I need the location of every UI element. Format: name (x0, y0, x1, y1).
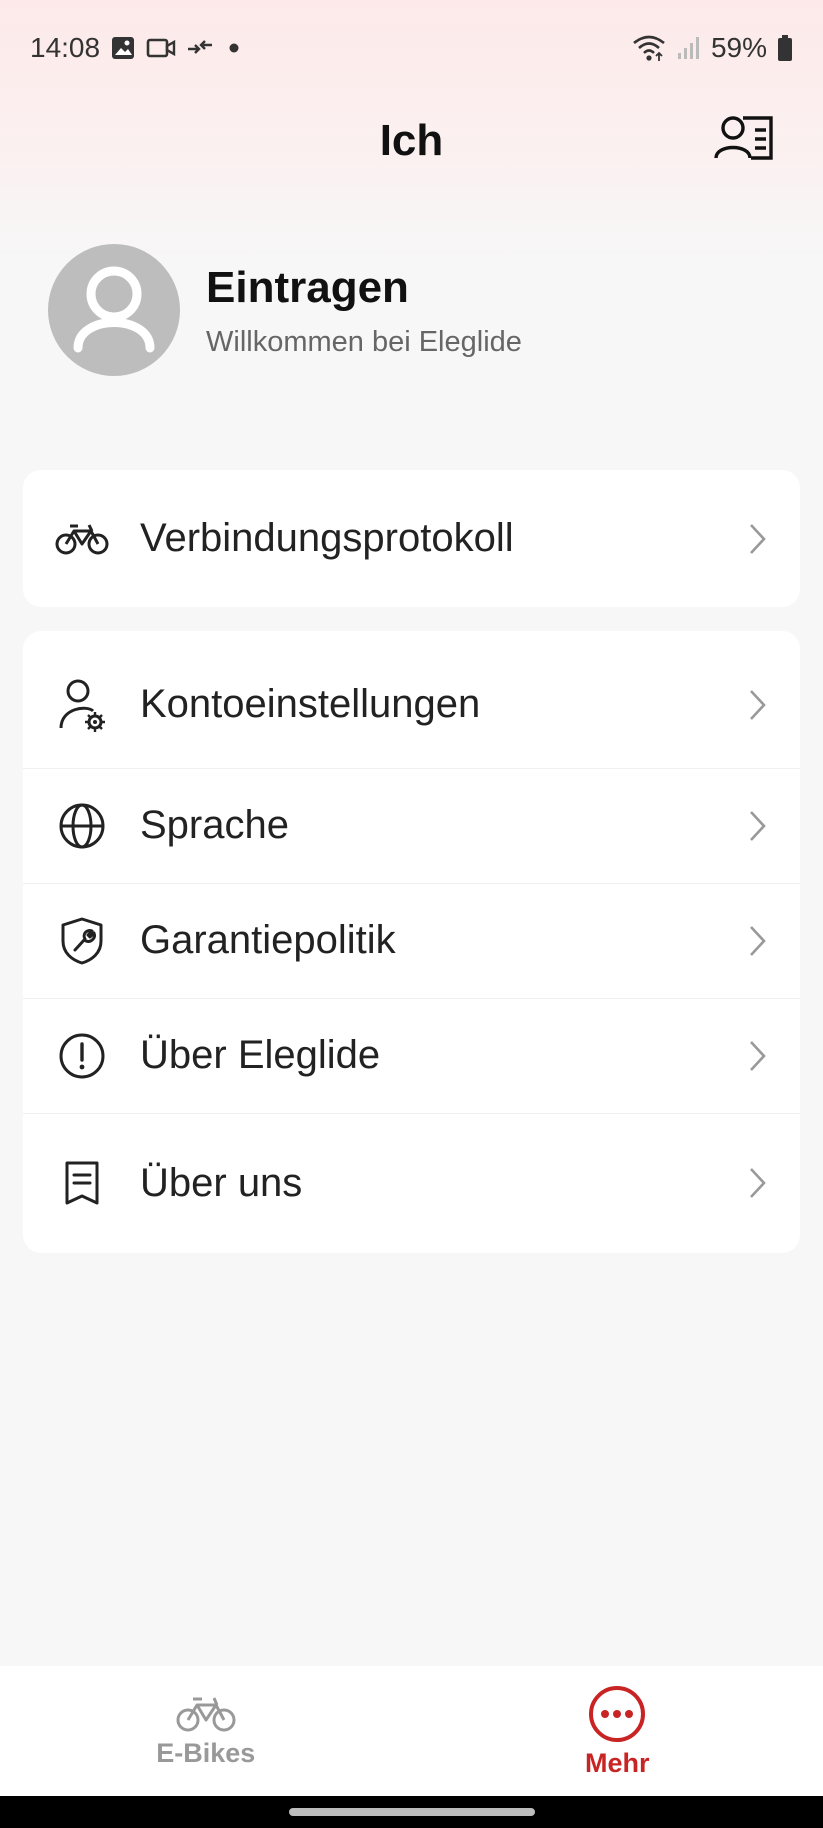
wifi-icon (631, 33, 667, 63)
tab-e-bikes[interactable]: E-Bikes (0, 1666, 412, 1796)
menu-item-garantiepolitik[interactable]: Garantiepolitik (23, 883, 800, 998)
chevron-right-icon (742, 806, 772, 846)
page-title: Ich (379, 116, 444, 165)
gallery-icon (110, 35, 136, 61)
welcome-subtitle: Willkommen bei Eleglide (206, 325, 522, 358)
menu-item-kontoeinstellungen[interactable]: Kontoeinstellungen (23, 631, 800, 768)
signal-icon (677, 35, 701, 61)
user-profile-button[interactable] (711, 108, 777, 168)
more-dots-icon (589, 1685, 646, 1742)
video-icon (146, 35, 176, 61)
menu-item-label: Über uns (140, 1160, 303, 1205)
menu-item-label: Über Eleglide (140, 1033, 381, 1077)
system-navigation-bar (0, 1796, 823, 1828)
chevron-right-icon (742, 1036, 772, 1076)
bottom-tab-bar: E-Bikes Mehr (0, 1666, 823, 1796)
user-settings-icon (53, 676, 111, 734)
menu-item-label: Kontoeinstellungen (140, 682, 481, 726)
settings-card: Kontoeinstellungen Sprache Garantiepolit… (23, 631, 800, 1253)
user-list-icon (714, 116, 773, 160)
chevron-right-icon (742, 519, 772, 559)
user-avatar-icon (73, 266, 155, 353)
globe-icon (53, 797, 111, 855)
transfer-arrows-icon (186, 35, 214, 61)
status-bar: 14:08 59% (0, 0, 823, 96)
battery-icon (777, 34, 793, 62)
chevron-right-icon (742, 1163, 772, 1203)
avatar[interactable] (48, 244, 180, 376)
chevron-right-icon (742, 685, 772, 725)
menu-item-sprache[interactable]: Sprache (23, 768, 800, 883)
battery-percentage: 59% (710, 32, 767, 63)
menu-item-ueber-uns[interactable]: Über uns (23, 1113, 800, 1253)
chevron-right-icon (742, 921, 772, 961)
menu-item-label: Sprache (140, 803, 289, 847)
tab-label: E-Bikes (156, 1737, 256, 1768)
bike-icon (176, 1696, 236, 1731)
tab-label: Mehr (584, 1747, 650, 1778)
status-time: 14:08 (30, 32, 101, 63)
tab-mehr[interactable]: Mehr (412, 1666, 823, 1796)
menu-item-verbindungsprotokoll[interactable]: Verbindungsprotokoll (23, 470, 800, 607)
home-gesture-handle[interactable] (288, 1808, 535, 1816)
menu-item-label: Garantiepolitik (140, 918, 396, 962)
notification-dot-icon (224, 35, 244, 61)
menu-item-ueber-eleglide[interactable]: Über Eleglide (23, 998, 800, 1113)
profile-section[interactable]: Eintragen Willkommen bei Eleglide (48, 242, 788, 378)
connection-card: Verbindungsprotokoll (23, 470, 800, 607)
document-icon (53, 1154, 111, 1212)
bike-icon (53, 510, 111, 568)
login-title[interactable]: Eintragen (206, 262, 522, 314)
shield-wrench-icon (53, 912, 111, 970)
menu-item-label: Verbindungsprotokoll (140, 516, 514, 560)
header: Ich (0, 96, 823, 206)
info-exclamation-icon (53, 1027, 111, 1085)
